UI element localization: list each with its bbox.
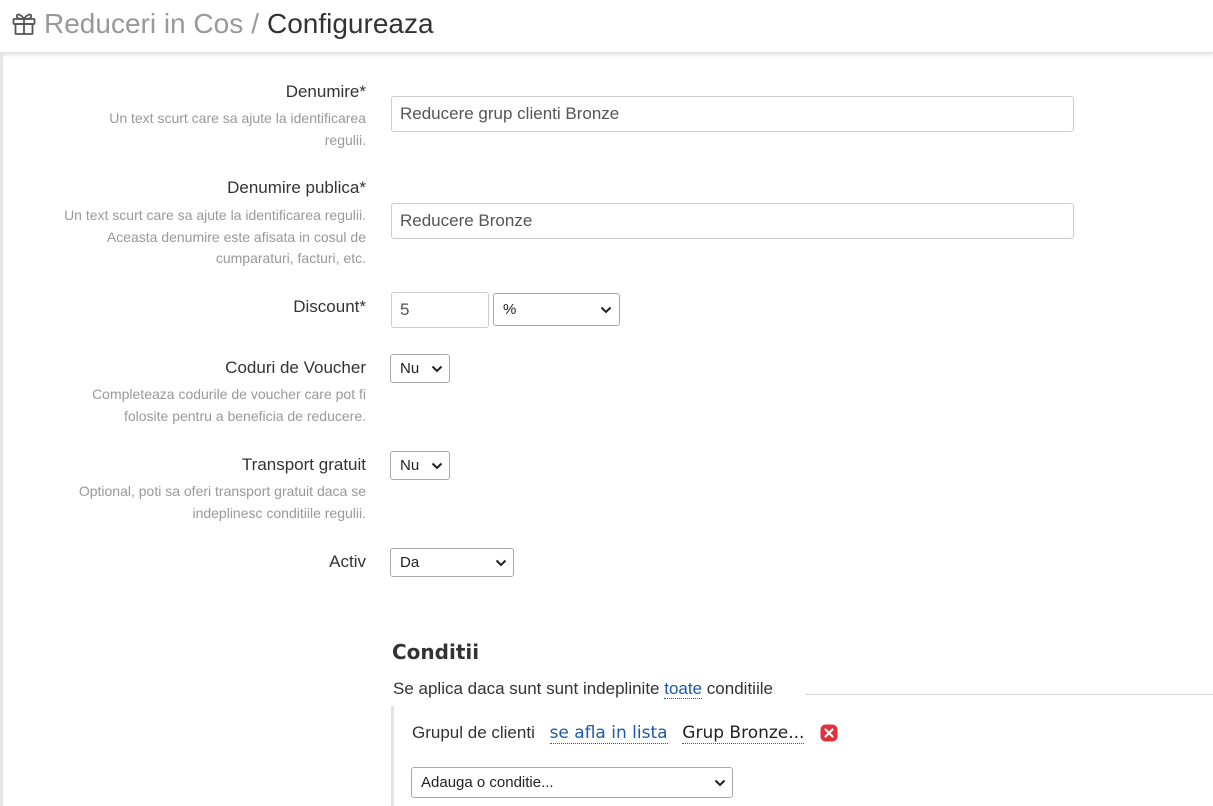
condition-field: Grupul de clienti xyxy=(412,723,535,742)
voucher-select[interactable]: Nu xyxy=(390,354,450,383)
condition-value-link[interactable]: Grup Bronze... xyxy=(682,723,805,744)
chevron-down-icon xyxy=(431,462,443,470)
voucher-help: Completeaza codurile de voucher care pot… xyxy=(92,386,366,424)
active-value: Da xyxy=(400,554,420,571)
conditions-summary-after: conditiile xyxy=(706,679,773,698)
add-condition-placeholder: Adauga o conditie... xyxy=(421,774,554,791)
active-select[interactable]: Da xyxy=(390,548,514,577)
free-shipping-label: Transport gratuit xyxy=(241,455,366,474)
discount-label: Discount* xyxy=(293,297,366,316)
gift-icon xyxy=(12,13,36,35)
discount-unit-value: % xyxy=(503,301,517,318)
chevron-down-icon xyxy=(714,779,726,787)
discount-input[interactable]: 5 xyxy=(391,292,489,328)
breadcrumb-parent[interactable]: Reduceri in Cos xyxy=(44,8,243,39)
condition-row: Grupul de clienti se afla in lista Grup … xyxy=(412,723,805,744)
conditions-summary-before: Se aplica daca sunt sunt indeplinite xyxy=(393,679,660,698)
active-label: Activ xyxy=(329,552,366,571)
public-name-input[interactable]: Reducere Bronze xyxy=(391,203,1074,239)
conditions-summary: Se aplica daca sunt sunt indeplinite toa… xyxy=(393,679,773,699)
free-shipping-value: Nu xyxy=(400,457,420,474)
free-shipping-select[interactable]: Nu xyxy=(390,451,450,480)
chevron-down-icon xyxy=(431,365,443,373)
breadcrumb-current: Configureaza xyxy=(266,8,434,39)
conditions-block-border xyxy=(391,706,394,806)
page-title: Reduceri in Cos / Configureaza xyxy=(44,6,434,42)
conditions-divider xyxy=(805,694,1213,695)
chevron-down-icon xyxy=(495,559,507,567)
name-label: Denumire* xyxy=(285,82,366,101)
public-name-label: Denumire publica* xyxy=(227,178,366,197)
breadcrumb-separator: / xyxy=(251,8,259,39)
public-name-help: Un text scurt care sa ajute la identific… xyxy=(64,207,366,266)
add-condition-select[interactable]: Adauga o conditie... xyxy=(411,767,733,798)
conditions-title: Conditii xyxy=(392,640,480,664)
content-left-border xyxy=(0,53,3,806)
chevron-down-icon xyxy=(600,306,612,314)
conditions-match-link[interactable]: toate xyxy=(664,679,703,699)
condition-operator-link[interactable]: se afla in lista xyxy=(549,723,668,744)
remove-condition-icon[interactable] xyxy=(820,724,838,742)
name-help: Un text scurt care sa ajute la identific… xyxy=(109,110,366,148)
name-input[interactable]: Reducere grup clienti Bronze xyxy=(391,96,1074,132)
discount-unit-select[interactable]: % xyxy=(493,293,620,326)
voucher-label: Coduri de Voucher xyxy=(225,358,366,377)
page-header: Reduceri in Cos / Configureaza xyxy=(0,0,1213,53)
free-shipping-help: Optional, poti sa oferi transport gratui… xyxy=(78,483,366,521)
voucher-value: Nu xyxy=(400,360,420,377)
